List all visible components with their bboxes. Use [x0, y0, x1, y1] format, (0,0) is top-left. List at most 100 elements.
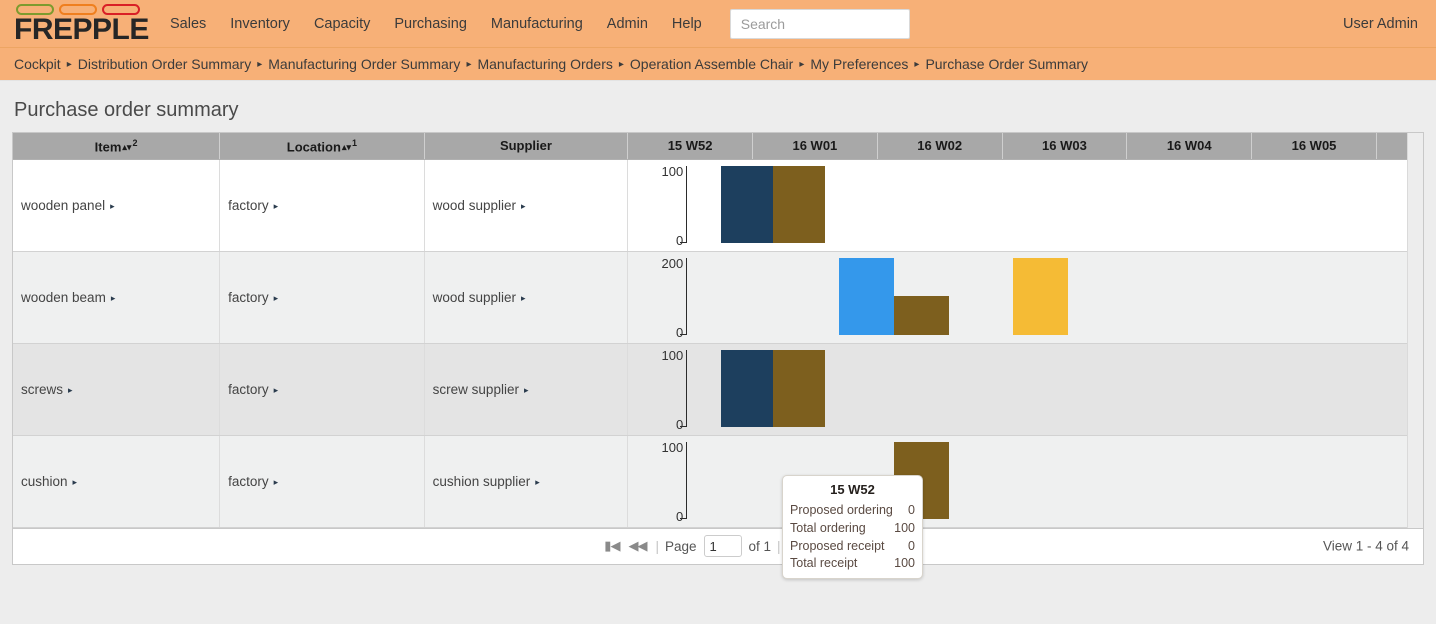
breadcrumb-item-cockpit[interactable]: Cockpit — [14, 56, 61, 72]
grid-table: Item▴▾2 Location▴▾1 Supplier 15 W52 16 W… — [13, 133, 1423, 528]
breadcrumb-item-purchase-order-summary[interactable]: Purchase Order Summary — [925, 56, 1088, 72]
caret-right-icon[interactable]: ▸ — [274, 201, 279, 211]
y-axis-min-label: 0 — [676, 326, 683, 339]
vertical-scroll-gutter[interactable] — [1407, 133, 1423, 528]
search-input[interactable] — [730, 9, 910, 39]
sort-arrows-icon[interactable]: ▴▾ — [122, 142, 131, 152]
cell-item[interactable]: wooden beam ▸ — [13, 251, 220, 343]
cell-location[interactable]: factory ▸ — [220, 159, 425, 251]
cell-item[interactable]: screws▸ — [13, 343, 220, 435]
table-row[interactable]: wooden panel ▸ factory ▸ wood supplier ▸ 10… — [13, 159, 1423, 251]
bar-proposed-receipt-16w02[interactable] — [1013, 258, 1068, 335]
caret-right-icon[interactable]: ▸ — [521, 293, 526, 303]
bar-proposed-ordering-16w01[interactable] — [839, 258, 894, 335]
caret-right-icon[interactable]: ▸ — [535, 477, 540, 487]
y-axis-line — [686, 258, 687, 335]
grid-body: wooden panel ▸ factory ▸ wood supplier ▸ 10… — [13, 159, 1423, 527]
breadcrumb-item-manufacturing-orders[interactable]: Manufacturing Orders — [477, 56, 612, 72]
bars-container — [693, 350, 1414, 427]
bar-total-receipt-16w01[interactable] — [894, 296, 949, 335]
column-header-supplier[interactable]: Supplier — [424, 133, 628, 159]
breadcrumb-item-manufacturing-order-summary[interactable]: Manufacturing Order Summary — [268, 56, 460, 72]
tooltip-row: Proposed receipt 0 — [790, 538, 915, 556]
record-range-label: View 1 - 4 of 4 — [1323, 539, 1409, 554]
nav-item-help[interactable]: Help — [660, 10, 714, 38]
cell-supplier[interactable]: cushion supplier ▸ — [424, 435, 628, 527]
caret-right-icon[interactable]: ▸ — [73, 477, 78, 487]
tooltip-value-proposed-ordering: 0 — [908, 502, 915, 520]
caret-right-icon[interactable]: ▸ — [274, 385, 279, 395]
column-header-location-label: Location — [287, 139, 341, 154]
user-menu[interactable]: User Admin — [1343, 16, 1418, 32]
frepple-logo[interactable]: FREPPLE — [14, 2, 142, 46]
nav-item-manufacturing[interactable]: Manufacturing — [479, 10, 595, 38]
cell-location[interactable]: factory▸ — [220, 251, 425, 343]
chevron-right-icon: ▸ — [257, 59, 262, 70]
tooltip-value-total-ordering: 100 — [894, 520, 915, 538]
cell-supplier-label: cushion supplier — [433, 474, 531, 489]
caret-right-icon[interactable]: ▸ — [274, 477, 279, 487]
previous-page-icon[interactable]: ◀◀ — [625, 538, 649, 554]
sort-arrows-icon[interactable]: ▴▾ — [342, 142, 351, 152]
nav-item-purchasing[interactable]: Purchasing — [382, 10, 479, 38]
table-row[interactable]: cushion▸ factory▸ cushion supplier ▸ 100 … — [13, 435, 1423, 527]
cell-item[interactable]: cushion▸ — [13, 435, 220, 527]
bar-total-receipt-15w52[interactable] — [773, 166, 825, 243]
cell-item-label: wooden panel — [21, 198, 105, 213]
cell-item[interactable]: wooden panel ▸ — [13, 159, 220, 251]
cell-supplier[interactable]: wood supplier ▸ — [424, 159, 628, 251]
cell-supplier[interactable]: screw supplier▸ — [424, 343, 628, 435]
chart-plot-area: 100 0 — [636, 436, 1414, 527]
cell-supplier-label: wood supplier — [433, 198, 516, 213]
first-page-icon[interactable]: ▮◀ — [601, 538, 622, 554]
row-chart-wooden-panel[interactable]: 100 0 — [628, 159, 1423, 251]
cell-item-label: wooden beam — [21, 290, 106, 305]
table-row[interactable]: screws▸ factory ▸ screw supplier▸ 100 0 — [13, 343, 1423, 435]
bar-total-receipt-15w52[interactable] — [773, 350, 825, 427]
caret-right-icon[interactable]: ▸ — [68, 385, 73, 395]
purchase-order-grid: Item▴▾2 Location▴▾1 Supplier 15 W52 16 W… — [12, 132, 1424, 529]
table-row[interactable]: wooden beam ▸ factory▸ wood supplier▸ 200… — [13, 251, 1423, 343]
caret-right-icon[interactable]: ▸ — [274, 293, 279, 303]
breadcrumb-item-distribution-order-summary[interactable]: Distribution Order Summary — [78, 56, 252, 72]
cell-location-label: factory — [228, 198, 269, 213]
chevron-right-icon: ▸ — [67, 59, 72, 70]
pager-divider: | — [777, 539, 781, 554]
main-menu: Sales Inventory Capacity Purchasing Manu… — [158, 10, 714, 38]
tooltip-value-total-receipt: 100 — [894, 555, 915, 573]
breadcrumb-item-my-preferences[interactable]: My Preferences — [810, 56, 908, 72]
row-chart-screws[interactable]: 100 0 — [628, 343, 1423, 435]
bar-total-ordering-15w52[interactable] — [721, 166, 773, 243]
cell-location-label: factory — [228, 382, 269, 397]
cell-supplier[interactable]: wood supplier▸ — [424, 251, 628, 343]
bars-container — [693, 166, 1414, 243]
column-header-location[interactable]: Location▴▾1 — [220, 133, 425, 159]
caret-right-icon[interactable]: ▸ — [111, 293, 116, 303]
logo-wordmark: FREPPLE — [14, 16, 142, 43]
breadcrumb-item-operation-assemble-chair[interactable]: Operation Assemble Chair — [630, 56, 793, 72]
nav-item-inventory[interactable]: Inventory — [218, 10, 302, 38]
sort-priority-location: 1 — [352, 138, 357, 148]
tooltip-label-total-receipt: Total receipt — [790, 555, 857, 573]
caret-right-icon[interactable]: ▸ — [524, 385, 529, 395]
caret-right-icon[interactable]: ▸ — [110, 201, 115, 211]
tooltip-label-proposed-receipt: Proposed receipt — [790, 538, 885, 556]
nav-item-capacity[interactable]: Capacity — [302, 10, 382, 38]
row-chart-cushion[interactable]: 100 0 — [628, 435, 1423, 527]
tooltip-label-proposed-ordering: Proposed ordering — [790, 502, 893, 520]
bar-total-ordering-15w52[interactable] — [721, 350, 773, 427]
cell-location[interactable]: factory ▸ — [220, 343, 425, 435]
page-number-input[interactable] — [704, 535, 742, 557]
column-header-item[interactable]: Item▴▾2 — [13, 133, 220, 159]
column-header-bucket-5: 16 W05 — [1252, 133, 1377, 159]
y-axis-max-label: 200 — [662, 257, 684, 270]
nav-item-sales[interactable]: Sales — [158, 10, 218, 38]
y-axis-min-label: 0 — [676, 418, 683, 431]
nav-item-admin[interactable]: Admin — [595, 10, 660, 38]
row-chart-wooden-beam[interactable]: 200 0 — [628, 251, 1423, 343]
caret-right-icon[interactable]: ▸ — [521, 201, 526, 211]
tooltip-value-proposed-receipt: 0 — [908, 538, 915, 556]
cell-location[interactable]: factory▸ — [220, 435, 425, 527]
grid-pager: ▮◀ ◀◀ | Page of 1 | ▶▶ ▶▮ View 1 - 4 of … — [12, 529, 1424, 565]
chevron-right-icon: ▸ — [914, 59, 919, 70]
